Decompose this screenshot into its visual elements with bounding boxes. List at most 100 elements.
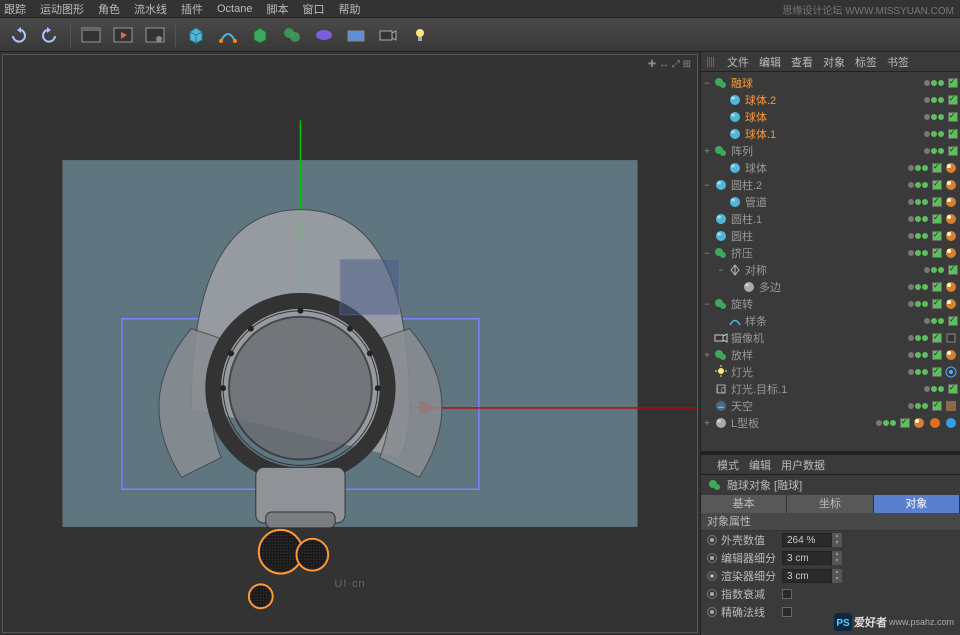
spinner[interactable]: ▴▾ [832,551,842,565]
layer-dot[interactable] [924,80,930,86]
visibility-dot-render[interactable] [938,267,944,273]
enable-checkbox[interactable] [932,214,942,224]
tag-phong-icon[interactable] [944,297,958,311]
visibility-dot-render[interactable] [938,131,944,137]
menu-item[interactable]: Octane [217,3,252,15]
visibility-dot-render[interactable] [922,250,928,256]
tag-phong-icon[interactable] [944,195,958,209]
tag-phong-icon[interactable] [944,212,958,226]
expand-toggle[interactable]: + [701,418,713,428]
layer-dot[interactable] [908,352,914,358]
layer-dot[interactable] [924,114,930,120]
visibility-dot-editor[interactable] [915,369,921,375]
menu-item[interactable]: 插件 [181,1,203,17]
tree-item-label[interactable]: 圆柱 [729,228,908,244]
layer-dot[interactable] [908,165,914,171]
attr-menu-userdata[interactable]: 用户数据 [781,457,825,473]
layer-dot[interactable] [908,250,914,256]
visibility-dot-render[interactable] [938,318,944,324]
enable-checkbox[interactable] [932,163,942,173]
tree-row[interactable]: +放样 [701,346,960,363]
enable-checkbox[interactable] [932,367,942,377]
enable-checkbox[interactable] [932,401,942,411]
subtab-basic[interactable]: 基本 [701,495,787,513]
visibility-dot-render[interactable] [938,148,944,154]
visibility-dot-editor[interactable] [915,233,921,239]
attr-menu-mode[interactable]: 模式 [717,457,739,473]
enable-checkbox[interactable] [948,384,958,394]
menu-item[interactable]: 运动图形 [40,1,84,17]
visibility-dot-render[interactable] [922,284,928,290]
tree-row[interactable]: 球体.1 [701,125,960,142]
visibility-dot-render[interactable] [922,352,928,358]
visibility-dot-render[interactable] [938,114,944,120]
tree-item-label[interactable]: 球体.2 [743,92,924,108]
tree-item-label[interactable]: 阵列 [729,143,924,159]
om-menu-view[interactable]: 查看 [791,54,813,70]
enable-checkbox[interactable] [932,197,942,207]
expand-toggle[interactable]: + [701,350,713,360]
enable-checkbox[interactable] [932,350,942,360]
tree-item-label[interactable]: 球体 [743,160,908,176]
visibility-dot-render[interactable] [922,165,928,171]
tree-item-label[interactable]: 天空 [729,398,908,414]
tree-item-label[interactable]: 对称 [743,262,924,278]
light-button[interactable] [406,21,434,49]
tree-row[interactable]: +阵列 [701,142,960,159]
visibility-dot-render[interactable] [938,386,944,392]
tree-row[interactable]: 球体.2 [701,91,960,108]
panel-grip-icon[interactable] [707,57,715,67]
tree-item-label[interactable]: 球体 [743,109,924,125]
tree-row[interactable]: 圆柱 [701,227,960,244]
deformer-button[interactable] [278,21,306,49]
render-frame-button[interactable] [77,21,105,49]
menu-item[interactable]: 窗口 [302,1,324,17]
visibility-dot-editor[interactable] [915,182,921,188]
viewport-nav-icons[interactable]: ✚ ↔ ⤢ ⊞ [648,59,691,70]
visibility-dot-render[interactable] [922,301,928,307]
layer-dot[interactable] [908,233,914,239]
visibility-dot-render[interactable] [922,335,928,341]
tree-row[interactable]: −对称 [701,261,960,278]
enable-checkbox[interactable] [948,78,958,88]
layer-dot[interactable] [876,420,882,426]
tree-row[interactable]: L0灯光.目标.1 [701,380,960,397]
anim-dot-icon[interactable] [707,553,717,563]
tree-row[interactable]: +L型板 [701,414,960,431]
anim-dot-icon[interactable] [707,589,717,599]
tree-item-label[interactable]: 灯光.目标.1 [729,381,924,397]
tag-orange-icon[interactable] [928,416,942,430]
tree-row[interactable]: 天空 [701,397,960,414]
anim-dot-icon[interactable] [707,607,717,617]
visibility-dot-editor[interactable] [915,301,921,307]
enable-checkbox[interactable] [900,418,910,428]
tree-row[interactable]: 多边 [701,278,960,295]
enable-checkbox[interactable] [948,265,958,275]
tree-item-label[interactable]: 球体.1 [743,126,924,142]
visibility-dot-editor[interactable] [931,267,937,273]
tree-row[interactable]: 球体 [701,159,960,176]
visibility-dot-render[interactable] [922,403,928,409]
cube-primitive-button[interactable] [182,21,210,49]
visibility-dot-editor[interactable] [915,250,921,256]
tree-item-label[interactable]: 灯光 [729,364,908,380]
layer-dot[interactable] [924,97,930,103]
visibility-dot-render[interactable] [938,80,944,86]
expand-toggle[interactable]: − [701,180,713,190]
visibility-dot-editor[interactable] [931,318,937,324]
visibility-dot-render[interactable] [922,182,928,188]
tag-phong-icon[interactable] [944,246,958,260]
layer-dot[interactable] [908,182,914,188]
subtab-object[interactable]: 对象 [874,495,960,513]
layer-dot[interactable] [908,216,914,222]
tree-row[interactable]: 样条 [701,312,960,329]
tree-item-label[interactable]: 样条 [743,313,924,329]
visibility-dot-editor[interactable] [931,386,937,392]
visibility-dot-editor[interactable] [915,199,921,205]
tag-phong-icon[interactable] [912,416,926,430]
layer-dot[interactable] [924,386,930,392]
tag-phong-icon[interactable] [944,348,958,362]
attr-menu-edit[interactable]: 编辑 [749,457,771,473]
layer-dot[interactable] [924,131,930,137]
visibility-dot-render[interactable] [922,216,928,222]
